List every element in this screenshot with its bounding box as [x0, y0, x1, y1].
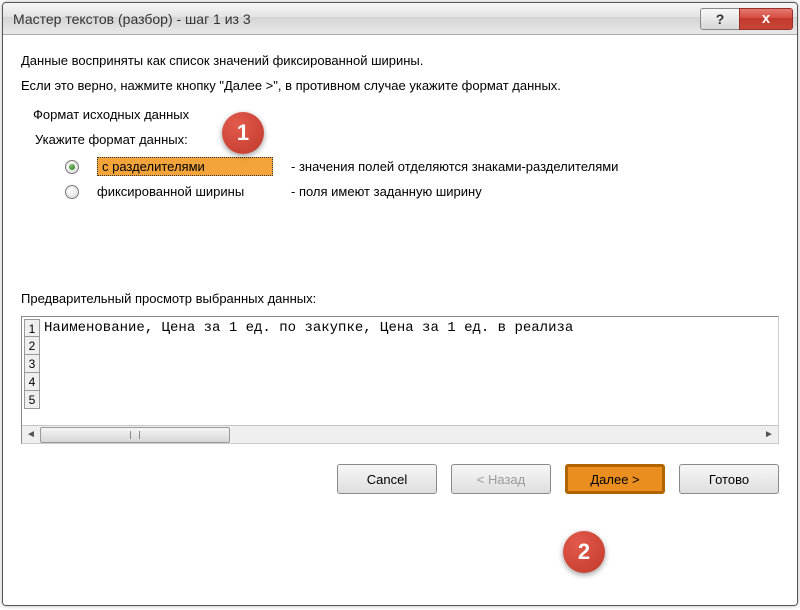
row-text: [40, 373, 44, 391]
callout-1: 1: [222, 112, 264, 154]
radio-delimited-label: с разделителями: [97, 157, 273, 176]
intro-text-1: Данные восприняты как список значений фи…: [21, 53, 779, 68]
next-button[interactable]: Далее >: [565, 464, 665, 494]
button-row: Cancel < Назад Далее > Готово: [21, 464, 779, 494]
callout-2: 2: [563, 531, 605, 573]
row-number: 4: [24, 373, 40, 391]
close-button[interactable]: x: [739, 8, 793, 30]
row-text: [40, 337, 44, 355]
finish-button[interactable]: Готово: [679, 464, 779, 494]
row-text: [40, 355, 44, 373]
row-number: 2: [24, 337, 40, 355]
horizontal-scrollbar[interactable]: ◄ ►: [22, 425, 778, 443]
back-button: < Назад: [451, 464, 551, 494]
radios-label: Укажите формат данных:: [35, 132, 779, 147]
group-label: Формат исходных данных: [33, 107, 779, 122]
radio-fixed[interactable]: [65, 185, 79, 199]
preview-row: 1Наименование, Цена за 1 ед. по закупке,…: [24, 319, 573, 337]
preview-box: 1Наименование, Цена за 1 ед. по закупке,…: [21, 316, 779, 444]
scroll-thumb[interactable]: [40, 427, 230, 443]
cancel-button[interactable]: Cancel: [337, 464, 437, 494]
dialog-content: Данные восприняты как список значений фи…: [3, 35, 797, 605]
preview-row: 2: [24, 337, 573, 355]
preview-row: 3: [24, 355, 573, 373]
preview-rows: 1Наименование, Цена за 1 ед. по закупке,…: [24, 319, 573, 409]
radio-delimited-desc: - значения полей отделяются знаками-разд…: [291, 159, 618, 174]
radio-row-fixed[interactable]: фиксированной ширины - поля имеют заданн…: [65, 184, 779, 199]
row-text: [40, 391, 44, 409]
row-number: 3: [24, 355, 40, 373]
radio-fixed-desc: - поля имеют заданную ширину: [291, 184, 482, 199]
row-number: 5: [24, 391, 40, 409]
intro-text-2: Если это верно, нажмите кнопку "Далее >"…: [21, 78, 779, 93]
preview-row: 5: [24, 391, 573, 409]
titlebar-buttons: ? x: [700, 8, 793, 30]
preview-row: 4: [24, 373, 573, 391]
scroll-left-arrow-icon[interactable]: ◄: [22, 427, 40, 443]
scroll-track[interactable]: [40, 427, 760, 443]
help-button[interactable]: ?: [700, 8, 740, 30]
window-title: Мастер текстов (разбор) - шаг 1 из 3: [13, 11, 700, 27]
radio-delimited[interactable]: [65, 160, 79, 174]
radio-row-delimited[interactable]: с разделителями - значения полей отделяю…: [65, 157, 779, 176]
preview-label: Предварительный просмотр выбранных данны…: [21, 291, 779, 306]
row-number: 1: [24, 319, 40, 337]
radio-fixed-label: фиксированной ширины: [97, 184, 273, 199]
dialog-window: Мастер текстов (разбор) - шаг 1 из 3 ? x…: [2, 2, 798, 606]
scroll-right-arrow-icon[interactable]: ►: [760, 427, 778, 443]
row-text: Наименование, Цена за 1 ед. по закупке, …: [40, 319, 573, 337]
titlebar: Мастер текстов (разбор) - шаг 1 из 3 ? x: [3, 3, 797, 35]
